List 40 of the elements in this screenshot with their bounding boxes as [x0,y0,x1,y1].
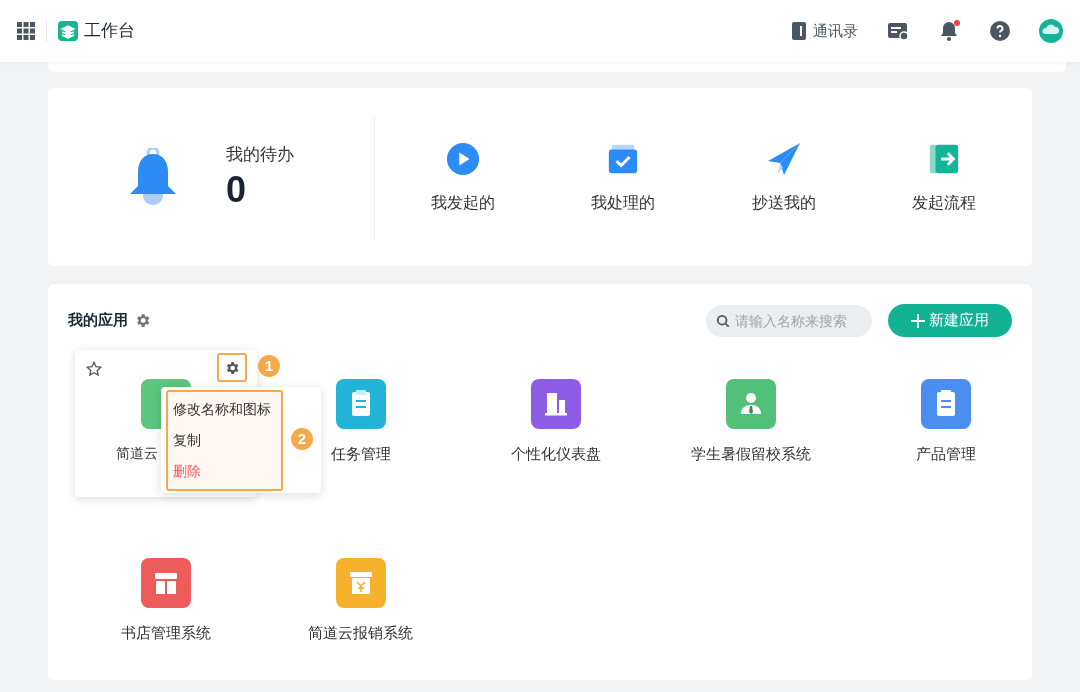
app-name[interactable]: 简道云 [116,443,158,464]
step-marker: 1 [258,355,280,377]
address-book-icon [791,22,807,40]
app-name[interactable]: 产品管理 [915,443,976,466]
app-name[interactable]: 个性化仪表盘 [510,443,601,466]
app-grid-icon[interactable] [17,22,35,40]
section-title: 我的应用 [68,310,128,331]
contacts-link[interactable]: 通讯录 [791,19,858,43]
id-card-icon[interactable] [888,22,908,40]
search-icon [716,313,730,328]
shortcut-button[interactable]: 抄送我的 [723,139,844,215]
search-field[interactable]: 请输入名称来搜索 [706,304,872,337]
settings-highlight[interactable] [217,353,247,382]
logo-icon [58,21,78,41]
app-icon[interactable] [920,379,971,429]
shortcut-button[interactable]: 发起流程 [883,139,1004,215]
settings-icon[interactable] [134,312,151,329]
step-marker: 2 [291,428,313,450]
bell-icon [128,148,178,206]
app-icon[interactable] [140,557,191,608]
todo-count: 0 [226,167,248,212]
menu-item[interactable]: 修改名称和图标 [173,399,276,420]
app-name[interactable]: 简道云报销系统 [308,621,413,644]
todo-label: 我的待办 [226,144,294,167]
app-icon[interactable] [335,379,386,429]
star-icon[interactable] [86,361,102,377]
settings-icon[interactable] [224,359,240,376]
app-name[interactable]: 书店管理系统 [120,621,211,644]
avatar-icon[interactable] [1039,19,1063,43]
bell-icon[interactable] [940,21,958,41]
help-icon[interactable] [990,21,1010,41]
app-name[interactable]: 任务管理 [330,443,391,466]
app-name[interactable]: 学生暑假留校系统 [690,443,811,466]
shortcut-button[interactable]: 我发起的 [403,139,524,215]
play-icon [446,142,481,176]
plus-icon [911,313,925,328]
app-title: 工作台 [84,20,135,43]
menu-item[interactable]: 复制 [173,430,276,451]
app-icon[interactable] [530,379,581,429]
shortcut-button[interactable]: 我处理的 [563,139,684,215]
